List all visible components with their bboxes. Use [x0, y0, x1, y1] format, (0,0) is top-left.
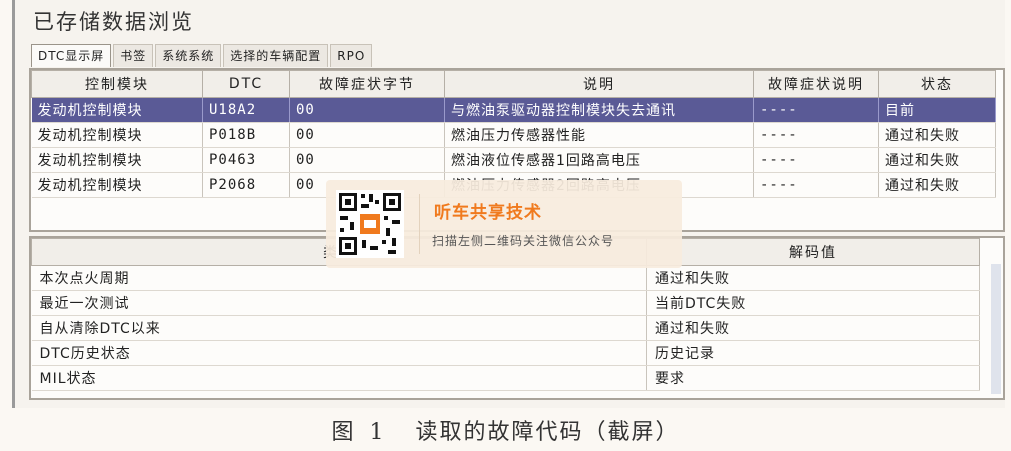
- cell-category: 最近一次测试: [31, 290, 647, 316]
- qr-code-icon: [336, 190, 404, 258]
- watermark-title: 听车共享技术: [434, 203, 542, 223]
- cell-description: 燃油压力传感器性能: [444, 122, 754, 148]
- cell-symptom: ----: [753, 147, 879, 173]
- wechat-watermark: 听车共享技术 扫描左侧二维码关注微信公众号: [326, 180, 682, 268]
- cell-module: 发动机控制模块: [31, 147, 203, 173]
- col-header-status[interactable]: 状态: [878, 70, 996, 98]
- cell-symptom: ----: [753, 97, 879, 123]
- cell-category: 本次点火周期: [31, 265, 647, 291]
- tab-bar: DTC显示屏 书签 系统系统 选择的车辆配置 RPO: [31, 44, 374, 67]
- cell-symptom: ----: [753, 122, 879, 148]
- cell-symptom: ----: [753, 172, 879, 198]
- dtc-row[interactable]: 发动机控制模块 P0463 00 燃油液位传感器1回路高电压 ---- 通过和失…: [31, 147, 996, 173]
- figure-number: 1: [369, 420, 386, 445]
- cell-dtc: P0463: [202, 147, 290, 173]
- col-header-module[interactable]: 控制模块: [31, 70, 203, 98]
- cell-byte: 00: [289, 147, 445, 173]
- figure-text: 读取的故障代码（截屏）: [415, 420, 680, 445]
- cell-category: DTC历史状态: [31, 340, 647, 366]
- watermark-subtitle: 扫描左侧二维码关注微信公众号: [432, 234, 615, 248]
- cell-status: 通过和失败: [878, 122, 996, 148]
- cell-status: 通过和失败: [878, 147, 996, 173]
- cell-description: 燃油液位传感器1回路高电压: [444, 147, 754, 173]
- cell-byte: 00: [289, 97, 445, 123]
- cell-category: 自从清除DTC以来: [31, 315, 647, 341]
- watermark-divider: [419, 194, 420, 254]
- cell-description: 与燃油泵驱动器控制模块失去通讯: [444, 97, 754, 123]
- tab-bookmarks[interactable]: 书签: [113, 44, 154, 67]
- detail-row: 最近一次测试 当前DTC失败: [31, 290, 980, 316]
- figure-label: 图: [331, 420, 356, 445]
- cell-value: 当前DTC失败: [646, 290, 980, 316]
- col-header-dtc[interactable]: DTC: [202, 70, 290, 98]
- detail-row: 本次点火周期 通过和失败: [31, 265, 980, 291]
- col-header-symptom-desc[interactable]: 故障症状说明: [753, 70, 879, 98]
- col-header-symptom-byte[interactable]: 故障症状字节: [289, 70, 445, 98]
- dtc-table-header: 控制模块 DTC 故障症状字节 说明 故障症状说明 状态: [31, 70, 996, 98]
- cell-value: 要求: [646, 365, 980, 391]
- col-header-decoded-value[interactable]: 解码值: [646, 238, 980, 266]
- cell-module: 发动机控制模块: [31, 122, 203, 148]
- cell-dtc: P2068: [202, 172, 290, 198]
- cell-byte: 00: [289, 122, 445, 148]
- col-header-description[interactable]: 说明: [444, 70, 754, 98]
- figure-caption: 图 1 读取的故障代码（截屏）: [0, 414, 1011, 446]
- tab-vehicle-config[interactable]: 选择的车辆配置: [223, 44, 329, 67]
- tab-rpo[interactable]: RPO: [330, 44, 373, 67]
- cell-dtc: U18A2: [202, 97, 290, 123]
- detail-scrollbar[interactable]: [991, 264, 1001, 394]
- cell-value: 通过和失败: [646, 265, 980, 291]
- tab-systems[interactable]: 系统系统: [155, 44, 222, 67]
- cell-module: 发动机控制模块: [31, 97, 203, 123]
- cell-value: 历史记录: [646, 340, 980, 366]
- cell-status: 通过和失败: [878, 172, 996, 198]
- detail-row: DTC历史状态 历史记录: [31, 340, 980, 366]
- dtc-table: 控制模块 DTC 故障症状字节 说明 故障症状说明 状态 发动机控制模块 U18…: [31, 70, 996, 198]
- detail-row: 自从清除DTC以来 通过和失败: [31, 315, 980, 341]
- cell-value: 通过和失败: [646, 315, 980, 341]
- cell-module: 发动机控制模块: [31, 172, 203, 198]
- cell-category: MIL状态: [31, 365, 647, 391]
- window-title: 已存储数据浏览: [33, 10, 194, 34]
- cell-dtc: P018B: [202, 122, 290, 148]
- detail-row: MIL状态 要求: [31, 365, 980, 391]
- dtc-row-selected[interactable]: 发动机控制模块 U18A2 00 与燃油泵驱动器控制模块失去通讯 ---- 目前: [31, 97, 996, 123]
- cell-status: 目前: [878, 97, 996, 123]
- dtc-row[interactable]: 发动机控制模块 P018B 00 燃油压力传感器性能 ---- 通过和失败: [31, 122, 996, 148]
- tab-dtc-display[interactable]: DTC显示屏: [31, 44, 112, 67]
